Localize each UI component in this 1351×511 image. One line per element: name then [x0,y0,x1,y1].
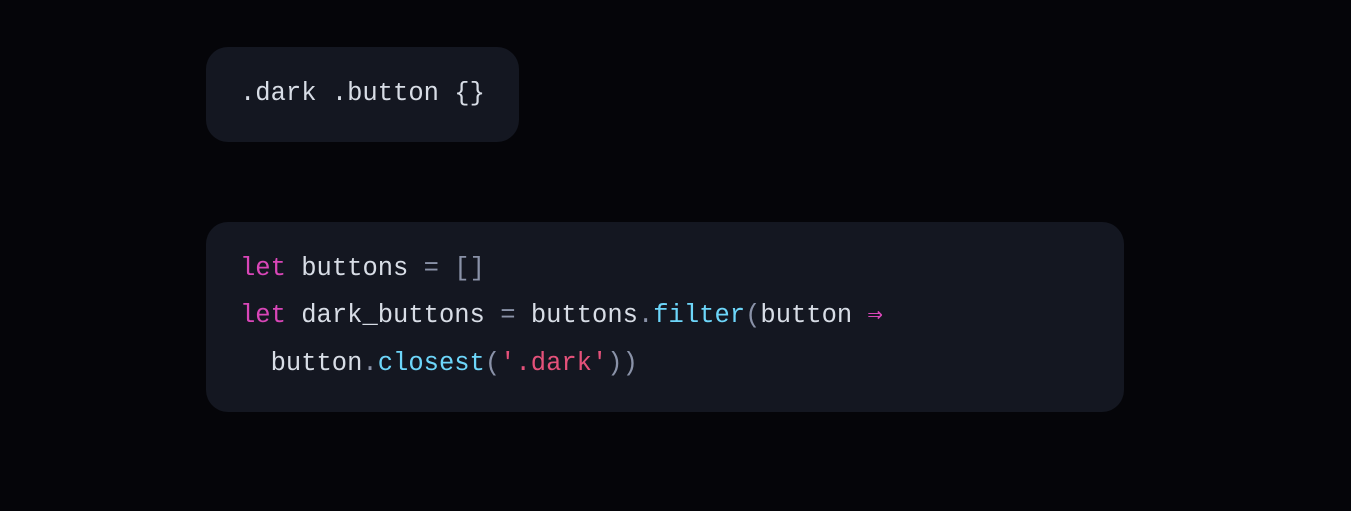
css-code-line: .dark .button {} [240,70,485,117]
dot-2: . [362,349,377,378]
lparen-2: ( [485,349,500,378]
lparen-1: ( [745,301,760,330]
id-buttons-2: buttons [531,301,638,330]
fn-closest: closest [378,349,485,378]
eq-1: = [424,254,439,283]
js-line-1: let buttons = [] [240,254,485,283]
rparen-1: ) [607,349,622,378]
css-open-brace: { [454,79,469,108]
js-line-2: let dark_buttons = buttons.filter(button… [240,301,883,330]
kw-let-2: let [240,301,286,330]
id-button-param: button [760,301,852,330]
js-line-3: button.closest('.dark')) [240,340,1090,387]
id-buttons: buttons [301,254,408,283]
str-dark: '.dark' [500,349,607,378]
code-block-css: .dark .button {} [206,47,519,142]
fn-filter: filter [653,301,745,330]
rparen-2: ) [623,349,638,378]
js-code: let buttons = [] let dark_buttons = butt… [240,245,1090,387]
css-selector-dark: .dark [240,79,317,108]
arrow: ⇒ [868,301,883,330]
rbracket: ] [470,254,485,283]
css-selector-button: .button [332,79,439,108]
lbracket: [ [454,254,469,283]
kw-let-1: let [240,254,286,283]
css-close-brace: } [470,79,485,108]
eq-2: = [500,301,515,330]
dot-1: . [638,301,653,330]
id-dark-buttons: dark_buttons [301,301,485,330]
id-button-closure: button [271,349,363,378]
page: .dark .button {} let buttons = [] let da… [0,0,1351,511]
code-block-js: let buttons = [] let dark_buttons = butt… [206,222,1124,412]
